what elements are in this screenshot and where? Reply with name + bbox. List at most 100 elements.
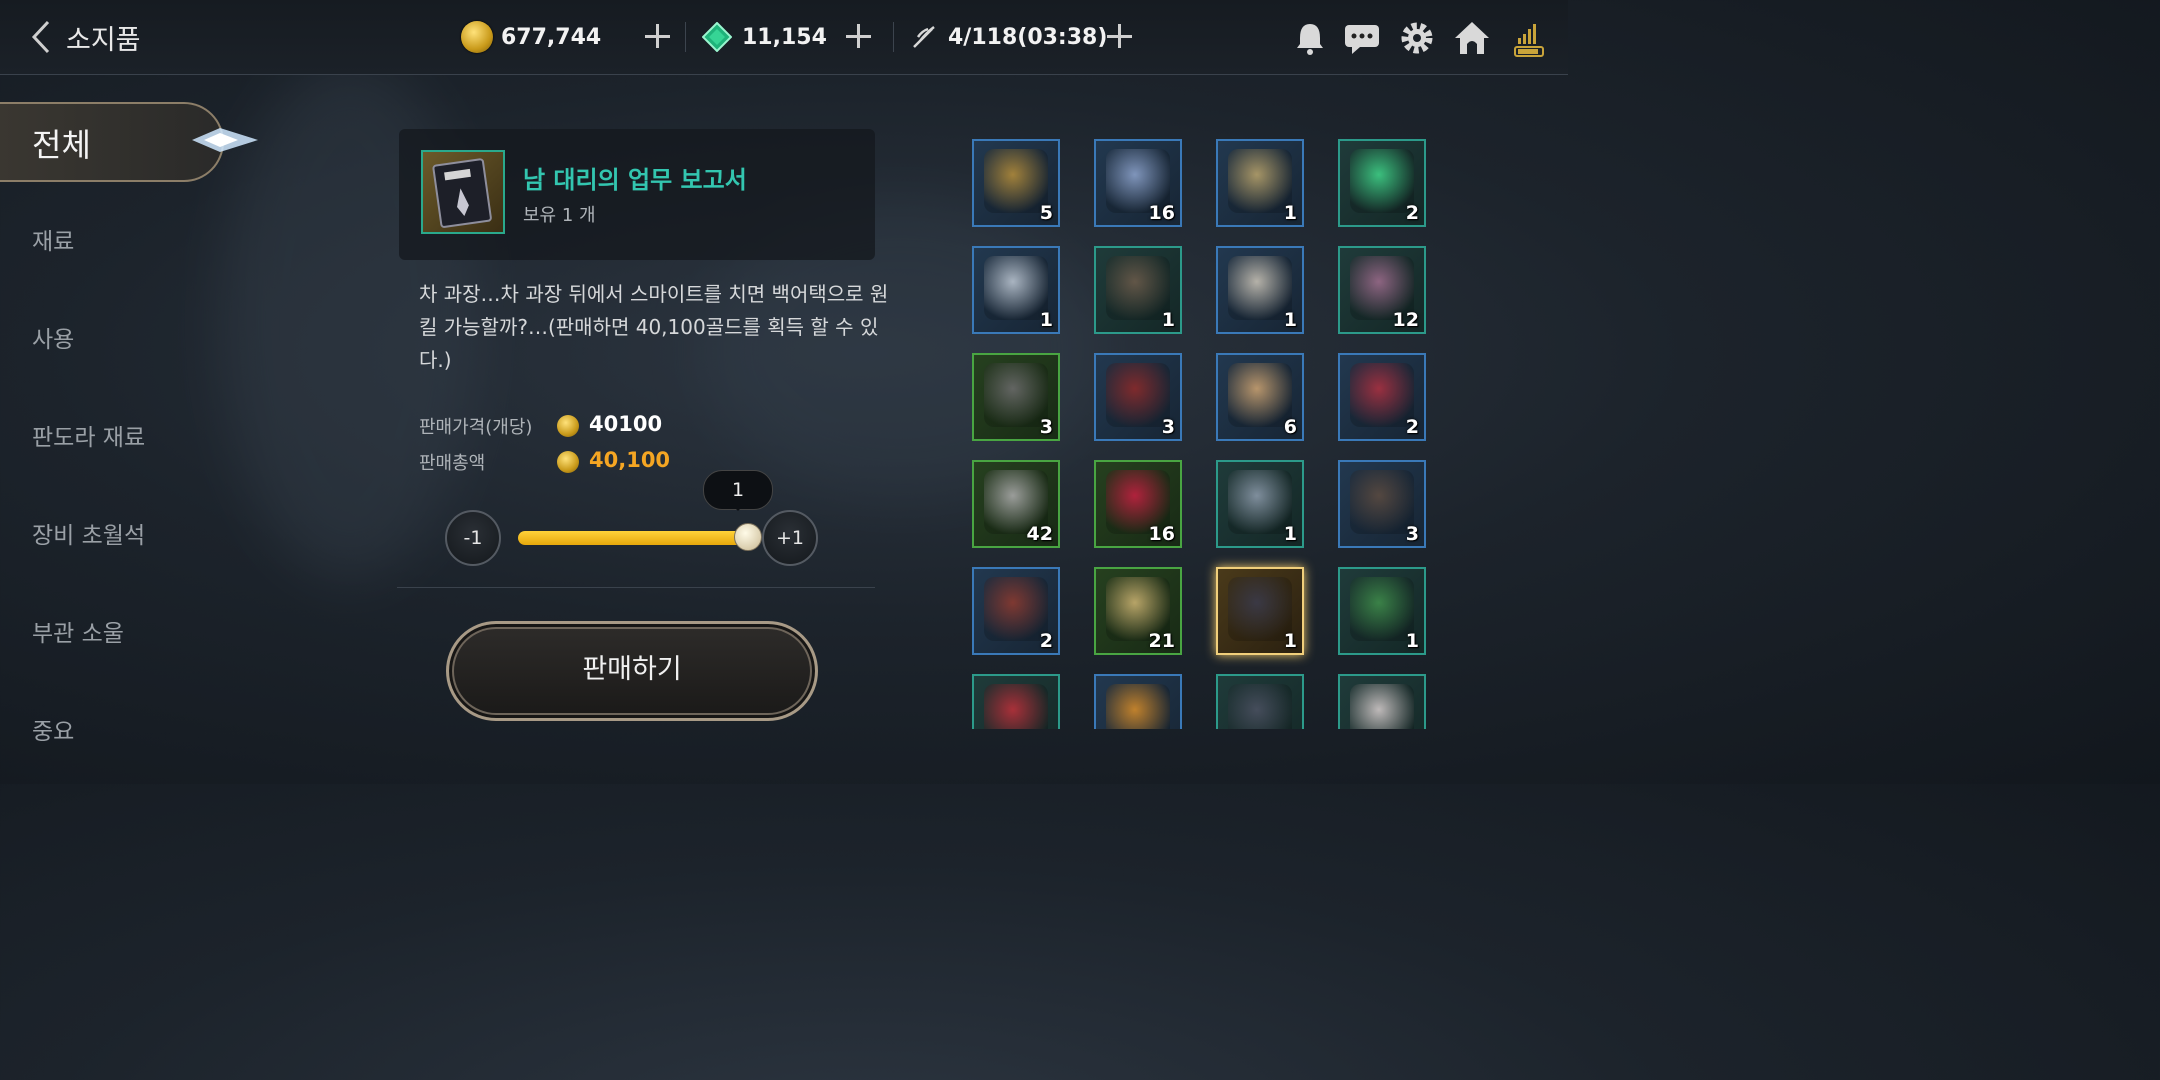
stamina-counter: 4/118(03:38)	[910, 20, 1107, 54]
chat-icon[interactable]	[1342, 18, 1382, 58]
top-bar: 소지품 677,744 11,154 4/118(03:38)	[0, 0, 1568, 75]
item-quantity: 21	[1148, 630, 1175, 652]
inventory-slot[interactable]: 2	[1338, 139, 1426, 227]
decrease-button[interactable]: -1	[445, 510, 501, 566]
back-arrow-icon[interactable]	[22, 16, 62, 58]
quantity-tooltip: 1	[703, 470, 773, 511]
inventory-slot[interactable]	[1094, 674, 1182, 729]
report-book-icon	[1228, 577, 1292, 641]
gear-icon[interactable]	[1397, 18, 1437, 58]
report-book-icon	[421, 150, 505, 234]
page-title: 소지품	[66, 25, 141, 56]
rune-necklace-icon	[1228, 363, 1292, 427]
item-name: 남 대리의 업무 보고서	[523, 166, 747, 194]
inventory-slot[interactable]: 3	[1094, 353, 1182, 441]
inventory-slot[interactable]	[1216, 674, 1304, 729]
inventory-slot[interactable]: 16	[1094, 460, 1182, 548]
inventory-slot[interactable]: 42	[972, 460, 1060, 548]
pouch-icon	[1228, 256, 1292, 320]
divider	[685, 22, 686, 52]
add-gem-button[interactable]	[841, 18, 875, 54]
slider-fill	[518, 531, 748, 545]
inventory-slot[interactable]: 1	[1338, 567, 1426, 655]
item-quantity: 16	[1148, 202, 1175, 224]
gold-coin-icon	[557, 451, 579, 473]
gold-coin-icon	[557, 415, 579, 437]
slider-handle[interactable]	[734, 523, 762, 551]
silver-ring-icon	[984, 256, 1048, 320]
inventory-slot[interactable]: 1	[1216, 567, 1304, 655]
inventory-slot[interactable]: 2	[1338, 353, 1426, 441]
dark-portrait-icon	[1228, 684, 1292, 729]
gold-ring-icon	[1228, 149, 1292, 213]
add-stamina-button[interactable]	[1102, 18, 1136, 54]
item-quantity: 2	[1405, 416, 1419, 438]
inventory-slot[interactable]	[972, 674, 1060, 729]
gold-coin-icon	[461, 21, 493, 53]
add-gold-button[interactable]	[640, 18, 674, 54]
gold-counter: 677,744	[461, 20, 601, 54]
item-quantity: 12	[1392, 309, 1419, 331]
quantity-slider[interactable]	[518, 531, 748, 545]
red-card-icon	[984, 684, 1048, 729]
item-quantity: 42	[1026, 523, 1053, 545]
home-icon[interactable]	[1452, 18, 1492, 58]
sidebar-item-label: 전체	[32, 126, 91, 164]
inventory-slot[interactable]: 21	[1094, 567, 1182, 655]
item-quantity: 1	[1283, 630, 1297, 652]
item-quantity: 2	[1039, 630, 1053, 652]
inventory-slot[interactable]: 16	[1094, 139, 1182, 227]
sidebar-item-soul[interactable]: 부관 소울	[32, 614, 124, 648]
item-description: 차 과장…차 과장 뒤에서 스마이트를 치면 백어택으로 원 킬 가능할까?…(…	[419, 282, 889, 372]
bell-icon[interactable]	[1290, 18, 1330, 58]
total-price-value: 40,100	[589, 448, 671, 472]
red-bracelet-icon	[984, 577, 1048, 641]
sidebar-item-pandora[interactable]: 판도라 재료	[32, 418, 145, 452]
inventory-slot[interactable]	[1338, 674, 1426, 729]
gold-chest-icon	[984, 149, 1048, 213]
increase-button[interactable]: +1	[762, 510, 818, 566]
inventory-slot[interactable]: 12	[1338, 246, 1426, 334]
selection-spark-icon	[192, 128, 258, 152]
red-horn-icon	[1350, 363, 1414, 427]
item-quantity: 5	[1039, 202, 1053, 224]
sidebar-item-materials[interactable]: 재료	[32, 222, 74, 256]
sidebar-item-use[interactable]: 사용	[32, 320, 74, 354]
inventory-slot[interactable]: 1	[1216, 139, 1304, 227]
signal-battery-icon	[1514, 24, 1544, 57]
item-quantity: 16	[1148, 523, 1175, 545]
inventory-slot[interactable]: 1	[1094, 246, 1182, 334]
total-price-label: 판매총액	[419, 453, 486, 474]
inventory-slot[interactable]: 1	[1216, 246, 1304, 334]
item-quantity: 1	[1283, 523, 1297, 545]
inventory-slot[interactable]: 1	[1216, 460, 1304, 548]
inventory-slot[interactable]: 1	[972, 246, 1060, 334]
divider	[893, 22, 894, 52]
gem-counter: 11,154	[702, 20, 827, 54]
inventory-slot[interactable]: 3	[972, 353, 1060, 441]
inventory-slot[interactable]: 5	[972, 139, 1060, 227]
stamina-amount: 4/118(03:38)	[948, 24, 1108, 50]
item-quantity: 1	[1283, 309, 1297, 331]
dark-claw-icon	[984, 363, 1048, 427]
red-book-icon	[1106, 363, 1170, 427]
inventory-slot[interactable]: 3	[1338, 460, 1426, 548]
green-book-icon	[1350, 577, 1414, 641]
silver-gauntlet-icon	[1228, 470, 1292, 534]
item-quantity: 3	[1405, 523, 1419, 545]
sidebar-item-transcend[interactable]: 장비 초월석	[32, 516, 145, 550]
green-gem-icon	[702, 22, 732, 52]
gold-amount: 677,744	[501, 24, 602, 50]
item-quantity: 1	[1039, 309, 1053, 331]
sell-button[interactable]: 판매하기	[446, 621, 818, 721]
inventory-grid: 5 16 1 2 1 1 1 12 3 3 6 2 42 16 1 3 2 21 1 1	[972, 139, 1432, 729]
inventory-slot[interactable]: 2	[972, 567, 1060, 655]
item-quantity: 1	[1405, 630, 1419, 652]
item-owned-count: 보유 1 개	[523, 205, 596, 226]
inventory-slot[interactable]: 6	[1216, 353, 1304, 441]
stone-mask-icon	[1350, 470, 1414, 534]
sidebar-item-important[interactable]: 중요	[32, 712, 74, 746]
item-quantity: 1	[1283, 202, 1297, 224]
item-quantity: 3	[1161, 416, 1175, 438]
item-quantity: 3	[1039, 416, 1053, 438]
